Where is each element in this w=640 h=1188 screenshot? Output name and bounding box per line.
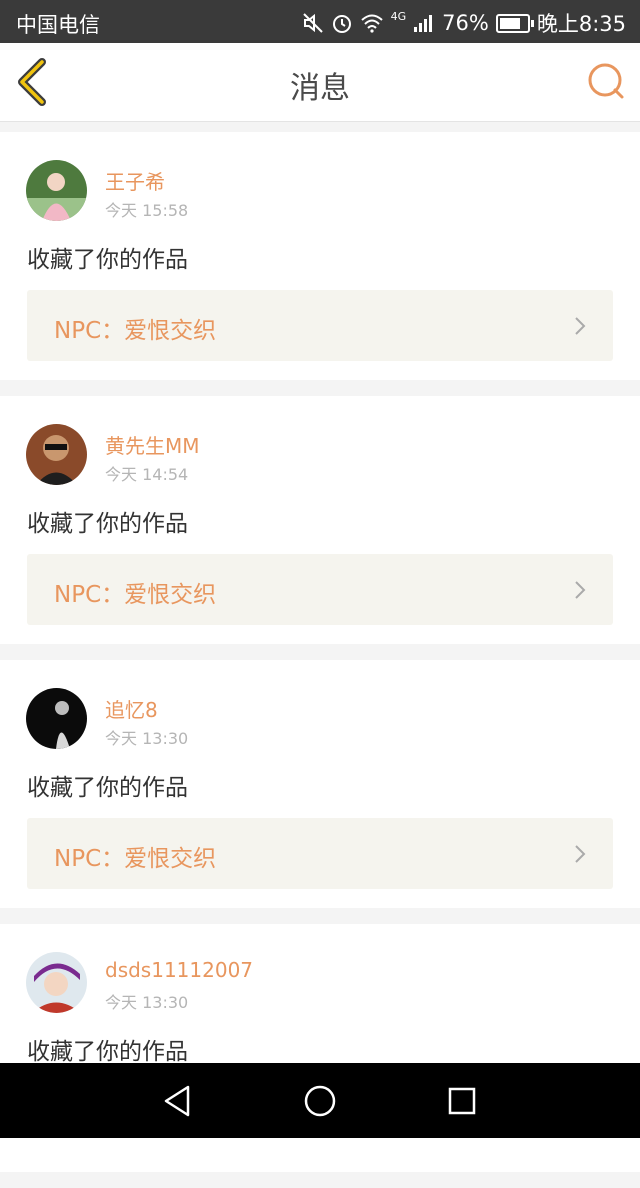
back-triangle-icon[interactable] [160,1083,196,1119]
message-card: 王子希 今天 15:58 收藏了你的作品 NPC：爱恨交织 [0,132,640,380]
battery-percent: 76% [442,11,489,35]
signal-icon [414,15,433,32]
message-time: 今天 14:54 [105,465,189,484]
home-circle-icon[interactable] [302,1083,338,1119]
chevron-right-icon [575,317,586,335]
work-link[interactable]: NPC：爱恨交织 [27,818,613,889]
message-time: 今天 13:30 [105,993,189,1012]
username[interactable]: 追忆8 [105,694,158,723]
page-title: 消息 [290,71,350,106]
alarm-icon [332,15,351,33]
status-bar: 中国电信 4G 76% 晚上8:35 [0,0,640,43]
header: 消息 [0,43,640,122]
message-time: 今天 15:58 [105,201,189,220]
message-time: 今天 13:30 [105,729,189,748]
work-link[interactable]: NPC：爱恨交织 [27,554,613,625]
recents-square-icon[interactable] [444,1083,480,1119]
mute-icon [302,13,323,33]
avatar[interactable] [26,160,87,221]
wifi-icon [360,14,383,33]
status-icons: 4G 76% 晚上8:35 [302,8,626,38]
avatar[interactable] [26,424,87,485]
avatar[interactable] [26,688,87,749]
message-card: 追忆8 今天 13:30 收藏了你的作品 NPC：爱恨交织 [0,660,640,908]
network-type: 4G [390,9,407,23]
username[interactable]: 黄先生MM [105,430,200,459]
username[interactable]: 王子希 [105,166,165,195]
work-title: NPC：爱恨交织 [54,582,217,608]
chevron-right-icon [575,845,586,863]
status-time: 晚上8:35 [536,12,626,36]
carrier-label: 中国电信 [16,13,100,37]
message-action: 收藏了你的作品 [27,247,188,273]
battery-icon [495,13,534,33]
work-link[interactable]: NPC：爱恨交织 [27,290,613,361]
message-action: 收藏了你的作品 [27,1039,188,1065]
work-title: NPC：爱恨交织 [54,318,217,344]
system-nav-bar [0,1063,640,1138]
username[interactable]: dsds11112007 [105,958,253,982]
chevron-right-icon [575,581,586,599]
avatar[interactable] [26,952,87,1013]
search-icon[interactable] [586,61,626,101]
message-action: 收藏了你的作品 [27,775,188,801]
message-list: 王子希 今天 15:58 收藏了你的作品 NPC：爱恨交织 黄先生MM 今天 1… [0,132,640,1188]
message-card: 黄先生MM 今天 14:54 收藏了你的作品 NPC：爱恨交织 [0,396,640,644]
work-title: NPC：爱恨交织 [54,846,217,872]
message-action: 收藏了你的作品 [27,511,188,537]
